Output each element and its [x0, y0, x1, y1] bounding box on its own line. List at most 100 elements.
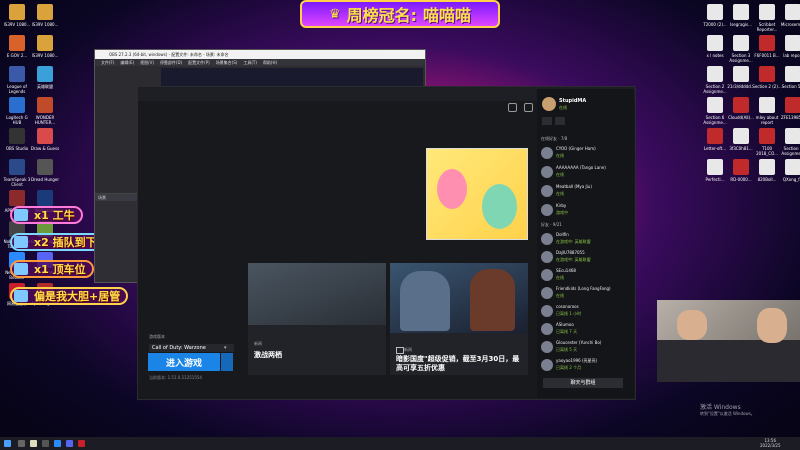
- friends-section-header[interactable]: 好友 · 9/21: [541, 222, 562, 228]
- friend-row[interactable]: DaJIU7887055 在游戏中: 英雄联盟: [541, 249, 629, 265]
- desktop-icon[interactable]: Dread Hunger: [30, 159, 60, 187]
- desktop-icon[interactable]: League of Legends: [2, 66, 32, 94]
- friend-row[interactable]: Kirby 游戏中: [541, 202, 629, 218]
- friend-name: Dollfin: [556, 232, 569, 237]
- hand-figure: [757, 308, 787, 343]
- desktop-icon[interactable]: QXong_f...: [778, 159, 800, 187]
- friend-row[interactable]: ASIumoo 已离线 7 天: [541, 321, 629, 337]
- browser-icon[interactable]: [54, 440, 61, 447]
- friend-status: 在线: [556, 275, 564, 280]
- friend-status: 在线: [556, 172, 564, 177]
- desktop-icon[interactable]: TeamSpeak 3 Client: [2, 159, 32, 187]
- desktop-icon[interactable]: lab report: [778, 35, 800, 63]
- friend-avatar: [541, 185, 553, 197]
- obs-title-bar[interactable]: OBS 27.2.3 (64-bit, windows) - 配置文件: 未命名…: [95, 50, 425, 59]
- app-icon: [733, 66, 749, 82]
- chevron-down-icon[interactable]: ▾: [224, 345, 227, 351]
- friend-row[interactable]: cosonoroos 已离线 1 小时: [541, 303, 629, 319]
- friend-status: 在游戏中: 英雄联盟: [556, 257, 591, 262]
- obs-menu-item[interactable]: 工具(T): [243, 59, 257, 66]
- friend-row[interactable]: Meatball (Mya Jiu) 在线: [541, 183, 629, 199]
- desktop-icon[interactable]: OBS Studio: [2, 128, 32, 156]
- app-icon: [9, 159, 25, 175]
- obs-menu-item[interactable]: 场景集合(S): [216, 59, 238, 66]
- desktop-icon[interactable]: 英雄联盟: [30, 66, 60, 94]
- friend-status: 已离线 5 天: [556, 347, 578, 352]
- webcam-feed: [657, 300, 800, 382]
- obs-menu-item[interactable]: 停靠部件(D): [160, 59, 182, 66]
- friend-name: CYOO (Ginger Ham): [556, 146, 596, 151]
- desktop-icon[interactable]: Logitech G HUB: [2, 97, 32, 125]
- news-card[interactable]: 新闻 暗影国度"超级促销，截至3月30日，最高可享五折优惠: [390, 263, 528, 375]
- friend-row[interactable]: Gloucester (Yunchi Bo) 已离线 5 天: [541, 339, 629, 355]
- friend-avatar: [541, 323, 553, 335]
- desktop-icon[interactable]: WONDER HUNTER...: [30, 97, 60, 125]
- desktop-icon-label: TeamSpeak 3 Client: [3, 177, 31, 187]
- search-icon[interactable]: [18, 440, 25, 447]
- news-title: 激战两栖: [254, 351, 282, 359]
- file-explorer-icon[interactable]: [30, 440, 37, 447]
- friend-row[interactable]: Dollfin 在游戏中: 英雄联盟: [541, 231, 629, 247]
- friend-status: 在线: [556, 153, 564, 158]
- leaf-icon: [482, 184, 517, 229]
- chat-groups-button[interactable]: 聊天与群组: [543, 378, 623, 388]
- obs-menu-item[interactable]: 视图(V): [140, 59, 154, 66]
- friend-row[interactable]: Friendkids (Long FangFang) 在线: [541, 285, 629, 301]
- app-icon: [37, 128, 53, 144]
- desktop-icon[interactable]: Microsemi...: [778, 4, 800, 32]
- system-clock[interactable]: 13:56 2022/3/25: [760, 438, 781, 448]
- desktop-icon[interactable]: ZFE13985...: [778, 97, 800, 125]
- username: StupidMA: [559, 98, 587, 104]
- promo-banner[interactable]: [426, 148, 528, 240]
- obs-menu-item[interactable]: 配置文件(P): [188, 59, 210, 66]
- bell-icon[interactable]: [524, 103, 533, 112]
- friend-name: Friendkids (Long FangFang): [556, 286, 611, 291]
- avatar[interactable]: [542, 97, 556, 111]
- app-icon: [9, 4, 25, 20]
- desktop-icon-label: Section 5...: [781, 84, 800, 89]
- obs-menu-item[interactable]: 文件(F): [101, 59, 114, 66]
- desktop-icon[interactable]: IS39V 1080...: [2, 4, 32, 32]
- warrior-figure: [470, 269, 515, 331]
- obs-menu-item[interactable]: 编辑(E): [120, 59, 134, 66]
- app-icon: [759, 4, 775, 20]
- desktop-icon[interactable]: Section 5...: [778, 66, 800, 94]
- friend-avatar: [541, 233, 553, 245]
- desktop-icon[interactable]: IS39V 1080...: [30, 4, 60, 32]
- news-tag: 新闻: [254, 341, 262, 346]
- news-image: [390, 263, 528, 333]
- desktop-icon[interactable]: IS39V 1080...: [30, 35, 60, 63]
- social-panel[interactable]: StupidMA 在线 在线好友 · 7/8 CYOO (Ginger Ham)…: [537, 89, 634, 398]
- add-friend-icon[interactable]: [542, 117, 552, 125]
- windows-start-icon[interactable]: [4, 440, 11, 447]
- gift-icon: [14, 209, 28, 221]
- desktop-icon-label: Section 5 Assignme...: [781, 146, 800, 156]
- settings-icon[interactable]: [221, 353, 233, 371]
- desktop-icon-label: E GOV 2...: [6, 53, 28, 58]
- gift-text: x1 工牛: [34, 209, 75, 222]
- game-select[interactable]: Call of Duty: Warzone: [149, 344, 234, 352]
- desktop-icon-label: Logitech G HUB: [6, 115, 28, 125]
- friend-row[interactable]: AAAAAAAA (Tango Lane) 在线: [541, 164, 629, 180]
- play-button[interactable]: 进入游戏: [148, 353, 220, 371]
- group-icon[interactable]: [555, 117, 565, 125]
- friend-row[interactable]: yaoyao1996 (亮星亮) 已离线 2 个月: [541, 357, 629, 373]
- obs-taskbar-icon[interactable]: [42, 440, 49, 447]
- flower-icon: [437, 169, 467, 209]
- app-icon: [707, 128, 723, 144]
- online-section-header[interactable]: 在线好友 · 7/8: [541, 136, 567, 142]
- friend-name: Meatball (Mya Jiu): [556, 184, 592, 189]
- friend-row[interactable]: CYOO (Ginger Ham) 在线: [541, 145, 629, 161]
- discord-taskbar-icon[interactable]: [66, 440, 73, 447]
- obs-title: OBS 27.2.3 (64-bit, windows) - 配置文件: 未命名…: [109, 52, 229, 57]
- gift-icon[interactable]: [508, 103, 517, 112]
- desktop-icon[interactable]: Draw & Guess: [30, 128, 60, 156]
- music-taskbar-icon[interactable]: [78, 440, 85, 447]
- desktop-icon[interactable]: Section 5 Assignme...: [778, 128, 800, 156]
- app-icon: [9, 97, 25, 113]
- app-icon: [37, 66, 53, 82]
- friend-row[interactable]: SEcu1468 在线: [541, 267, 629, 283]
- news-card[interactable]: 新闻 激战两栖: [248, 263, 386, 375]
- desktop-icon[interactable]: E GOV 2...: [2, 35, 32, 63]
- obs-menu-item[interactable]: 帮助(H): [263, 59, 277, 66]
